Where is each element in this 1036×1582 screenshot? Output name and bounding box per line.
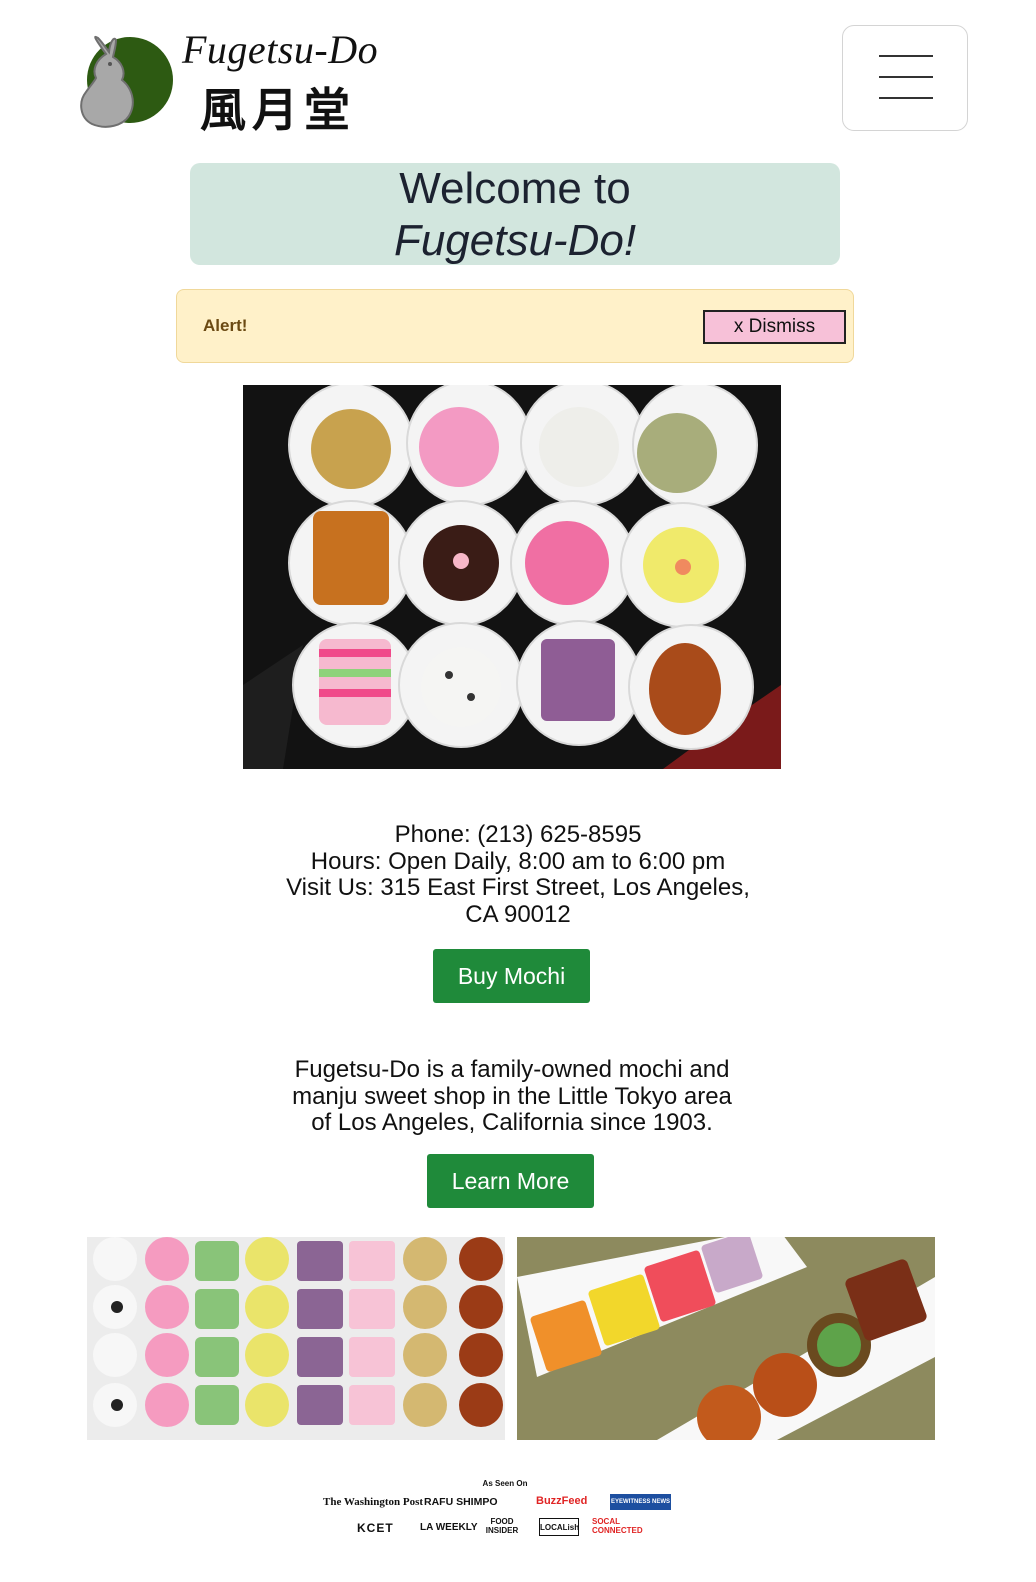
press-buzzfeed: BuzzFeed [536,1495,588,1507]
address-line1: Visit Us: 315 East First Street, Los Ang… [286,874,750,901]
welcome-line2: Fugetsu-Do! [393,216,637,265]
press-food-insider: FOOD INSIDER [485,1517,519,1535]
logo-text-en: Fugetsu-Do [182,27,379,72]
logo-text-jp: 風月堂 [200,83,356,137]
press-socal-connected: SOCAL CONNECTED [592,1517,643,1535]
phone-text: Phone: (213) 625-8595 [394,821,642,848]
learn-more-button[interactable]: Learn More [427,1154,594,1208]
press-title: As Seen On [482,1479,528,1488]
site-logo[interactable]: Fugetsu-Do 風月堂 [76,27,416,137]
about-line2: manju sweet shop in the Little Tokyo are… [292,1082,732,1110]
mochi-assortment-illustration [243,385,781,769]
about-line1: Fugetsu-Do is a family-owned mochi and [294,1056,730,1083]
dismiss-button[interactable]: x Dismiss [703,310,846,344]
address-line2: CA 90012 [465,900,571,928]
hamburger-menu-button[interactable] [842,25,968,131]
press-rafu-shimpo: RAFU SHIMPO [424,1496,498,1508]
about-text: Fugetsu-Do is a family-owned mochi and m… [270,1056,754,1137]
press-eyewitness-news: EYEWITNESS NEWS [610,1494,671,1510]
shop-info: Phone: (213) 625-8595 Hours: Open Daily,… [200,821,836,928]
press-washington-post: The Washington Post [323,1496,424,1508]
welcome-banner: Welcome to Fugetsu-Do! [190,163,840,265]
mochi-trays-image [517,1237,935,1440]
mochi-trays-illustration [517,1237,935,1440]
press-kcet: KCET [357,1521,394,1535]
about-line3: of Los Angeles, California since 1903. [311,1109,713,1136]
mochi-rows-illustration [87,1237,505,1440]
press-la-weekly: LA WEEKLY [420,1522,478,1533]
alert-text: Alert! [203,316,248,335]
alert-box: Alert! x Dismiss [176,289,854,363]
mochi-rows-image [87,1237,505,1440]
buy-mochi-button[interactable]: Buy Mochi [433,949,590,1003]
press-localish: LOCALish [539,1518,579,1536]
welcome-line1: Welcome to [399,164,631,213]
hours-text: Hours: Open Daily, 8:00 am to 6:00 pm [310,847,726,875]
rabbit-moon-logo-icon [80,35,173,128]
hero-mochi-image [243,385,781,769]
